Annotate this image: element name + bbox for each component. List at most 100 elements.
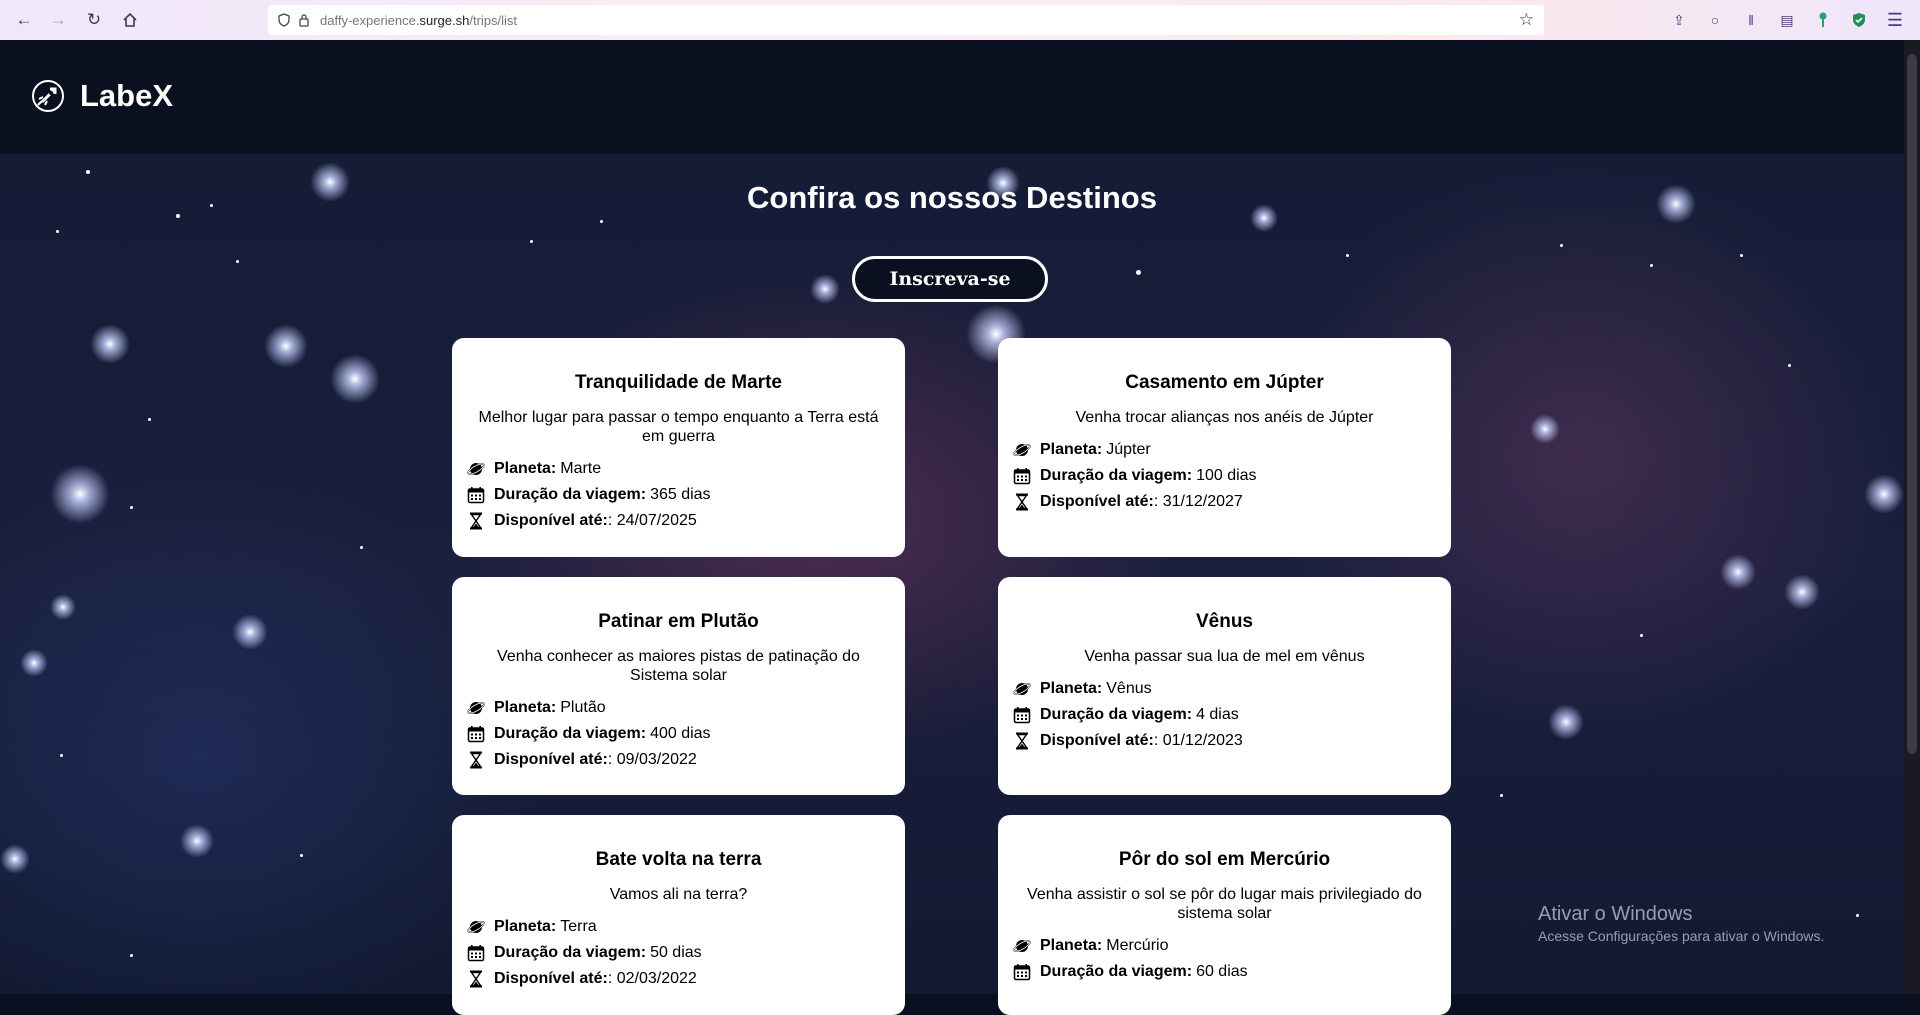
calendar-icon <box>466 724 486 744</box>
hourglass-icon <box>466 511 486 531</box>
sidebar-icon[interactable]: ▤ <box>1776 9 1798 31</box>
trip-date: : 02/03/2022 <box>607 970 697 987</box>
background-star <box>232 614 268 650</box>
trip-planet-row: Planeta: Terra <box>466 914 891 940</box>
library-icon[interactable]: ‖ <box>1740 9 1762 31</box>
trip-duration: 400 dias <box>650 725 711 742</box>
trip-duration: 4 dias <box>1196 706 1239 723</box>
trip-description: Vamos ali na terra? <box>609 886 748 903</box>
trip-planet: Marte <box>560 460 602 477</box>
trip-card[interactable]: Vênus Venha passar sua lua de mel em vênu… <box>998 577 1451 795</box>
extension-shield-icon[interactable] <box>1848 9 1870 31</box>
planet-icon <box>466 698 486 718</box>
duration-label: Duração da viagem: <box>1040 467 1193 484</box>
trip-description: Melhor lugar para passar o tempo enquant… <box>478 409 879 445</box>
extension-key-icon[interactable] <box>1812 9 1834 31</box>
trip-planet: Júpter <box>1106 441 1151 458</box>
reload-icon[interactable]: ↻ <box>82 8 106 32</box>
background-star <box>90 324 130 364</box>
trip-card[interactable]: Bate volta na terra Vamos ali na terra? Pl… <box>452 815 905 1015</box>
bookmark-star-icon[interactable]: ☆ <box>1519 10 1534 30</box>
back-icon[interactable]: ← <box>12 8 36 32</box>
subscribe-button[interactable]: Inscreva-se <box>852 256 1048 302</box>
trip-description: Venha passar sua lua de mel em vênus <box>1084 648 1365 665</box>
background-star <box>20 649 48 677</box>
duration-label: Duração da viagem: <box>494 725 647 742</box>
background-star <box>180 824 214 858</box>
background-star <box>56 230 59 233</box>
trip-duration: 100 dias <box>1196 467 1257 484</box>
trip-name: Casamento em Júpter <box>1125 372 1324 393</box>
windows-activation-title: Ativar o Windows <box>1538 903 1693 925</box>
available-label: Disponível até: <box>494 512 608 529</box>
background-star <box>330 354 380 404</box>
lock-icon[interactable] <box>294 10 314 30</box>
trip-date-row: Disponível até:: 31/12/2027 <box>1012 489 1437 515</box>
duration-label: Duração da viagem: <box>1040 963 1193 980</box>
trip-card[interactable]: Pôr do sol em Mercúrio Venha assistir o s… <box>998 815 1451 1015</box>
duration-label: Duração da viagem: <box>1040 706 1193 723</box>
page-title: Confira os nossos Destinos <box>747 180 1157 215</box>
trip-date: : 01/12/2023 <box>1153 732 1243 749</box>
background-star <box>600 220 603 223</box>
trip-description: Venha trocar alianças nos anéis de Júpte… <box>1075 409 1374 426</box>
save-to-pocket-icon[interactable]: ⇪ <box>1668 9 1690 31</box>
trip-planet: Plutão <box>560 699 606 716</box>
rocket-logo-icon[interactable] <box>30 78 66 114</box>
trip-card[interactable]: Casamento em Júpter Venha trocar alianças… <box>998 338 1451 557</box>
background-star <box>360 546 363 549</box>
trip-description: Venha conhecer as maiores pistas de pati… <box>497 648 860 684</box>
background-star <box>130 506 133 509</box>
planet-label: Planeta: <box>494 699 557 716</box>
menu-icon[interactable]: ☰ <box>1884 9 1906 31</box>
scrollbar[interactable] <box>1904 40 1920 994</box>
hourglass-icon <box>1012 492 1032 512</box>
calendar-icon <box>1012 705 1032 725</box>
hourglass-icon <box>1012 731 1032 751</box>
trip-duration: 50 dias <box>650 944 702 961</box>
trip-planet-row: Planeta: Júpter <box>1012 437 1437 463</box>
trip-date-row: Disponível até:: 01/12/2023 <box>1012 728 1437 754</box>
background-star <box>1720 554 1756 590</box>
scrollbar-thumb[interactable] <box>1907 54 1917 754</box>
home-icon[interactable] <box>118 8 142 32</box>
background-star <box>1740 254 1743 257</box>
background-star <box>1650 264 1653 267</box>
background-star <box>1500 794 1503 797</box>
forward-icon[interactable]: → <box>46 8 70 32</box>
calendar-icon <box>466 485 486 505</box>
background-star <box>236 260 239 263</box>
trip-duration: 60 dias <box>1196 963 1248 980</box>
trip-duration-row: Duração da viagem: 60 dias <box>1012 959 1437 985</box>
background-star <box>1560 244 1563 247</box>
background-star <box>1864 474 1904 514</box>
available-label: Disponível até: <box>494 970 608 987</box>
background-star <box>1530 414 1560 444</box>
logo-text[interactable]: LabeX <box>80 78 173 114</box>
trip-planet: Mercúrio <box>1106 937 1169 954</box>
background-star <box>530 240 533 243</box>
shield-icon[interactable] <box>274 10 294 30</box>
available-label: Disponível até: <box>1040 732 1154 749</box>
trip-description: Venha assistir o sol se pôr do lugar mai… <box>1027 886 1422 922</box>
site-header: LabeX <box>0 40 1904 154</box>
trip-name: Vênus <box>1195 611 1254 632</box>
windows-activation-subtitle: Acesse Configurações para ativar o Windo… <box>1538 928 1825 944</box>
trip-duration-row: Duração da viagem: 365 dias <box>466 482 891 508</box>
background-star <box>148 418 151 421</box>
background-star <box>264 324 308 368</box>
background-star <box>1856 914 1859 917</box>
url-text[interactable]: daffy-experience.surge.sh/trips/list <box>320 13 517 28</box>
planet-icon <box>1012 679 1032 699</box>
background-star <box>50 464 110 524</box>
trip-name: Patinar em Plutão <box>598 611 759 632</box>
trip-card[interactable]: Tranquilidade de Marte Melhor lugar para … <box>452 338 905 557</box>
address-bar[interactable]: daffy-experience.surge.sh/trips/list ☆ <box>268 5 1544 35</box>
trip-date-row: Disponível até:: 02/03/2022 <box>466 966 891 992</box>
trip-planet-row: Planeta: Mercúrio <box>1012 933 1437 959</box>
trip-card[interactable]: Patinar em Plutão Venha conhecer as maior… <box>452 577 905 795</box>
background-star <box>1136 270 1141 275</box>
planet-icon <box>466 917 486 937</box>
pocket-icon[interactable]: ○ <box>1704 9 1726 31</box>
duration-label: Duração da viagem: <box>494 944 647 961</box>
